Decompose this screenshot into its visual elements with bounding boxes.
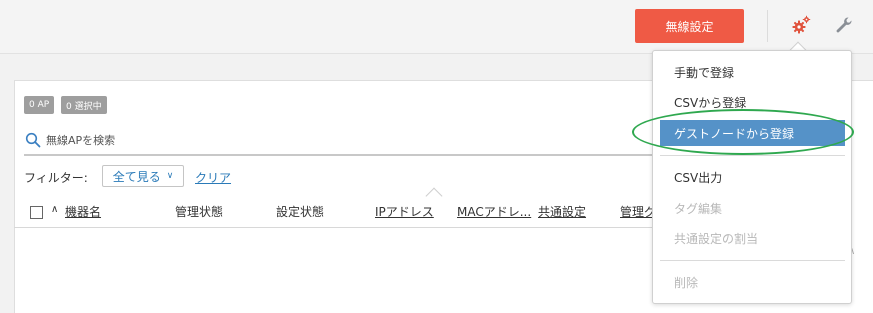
menu-item-edit-tags[interactable]: タグ編集 [660,196,845,220]
sort-asc-icon[interactable]: ∧ [51,204,58,215]
toolbar-divider [767,10,768,42]
selected-count-badge: 0 選択中 [61,96,107,114]
menu-item-csv-export[interactable]: CSV出力 [660,165,845,189]
select-all-checkbox[interactable] [30,206,43,219]
clear-filter-link[interactable]: クリア [195,169,231,186]
menu-divider [660,155,845,156]
column-header-config-status[interactable]: 設定状態 [276,203,324,220]
column-header-management-status[interactable]: 管理状態 [175,203,223,220]
table-header: ∧ 機器名 管理状態 設定状態 IPアドレス MACアドレ... 共通設定 管理… [14,196,656,228]
menu-item-manual-register[interactable]: 手動で登録 [660,60,845,84]
wrench-icon[interactable] [834,15,854,35]
column-header-management-group[interactable]: 管理グ [620,203,656,220]
menu-item-delete[interactable]: 削除 [660,270,845,294]
chevron-down-icon: ∨ [166,171,174,181]
column-header-ip-address[interactable]: IPアドレス [375,203,434,220]
wireless-settings-button[interactable]: 無線設定 [635,9,744,43]
search-icon [25,132,41,148]
filter-select[interactable]: 全て見る ∨ [102,165,184,187]
highlight-annotation-ellipse [632,109,854,155]
filter-label: フィルター: [24,171,88,185]
search-input[interactable] [46,130,546,150]
filter-selected-value: 全て見る [112,169,161,184]
menu-divider [660,260,845,261]
gear-icon[interactable] [790,14,812,36]
ap-count-badge: 0 AP [24,96,55,114]
column-header-mac-address[interactable]: MACアドレ... [457,203,531,220]
menu-item-assign-common-settings[interactable]: 共通設定の割当 [660,226,845,250]
column-header-device-name[interactable]: 機器名 [65,203,101,220]
search-bar [24,128,664,156]
column-header-common-settings[interactable]: 共通設定 [538,203,586,220]
